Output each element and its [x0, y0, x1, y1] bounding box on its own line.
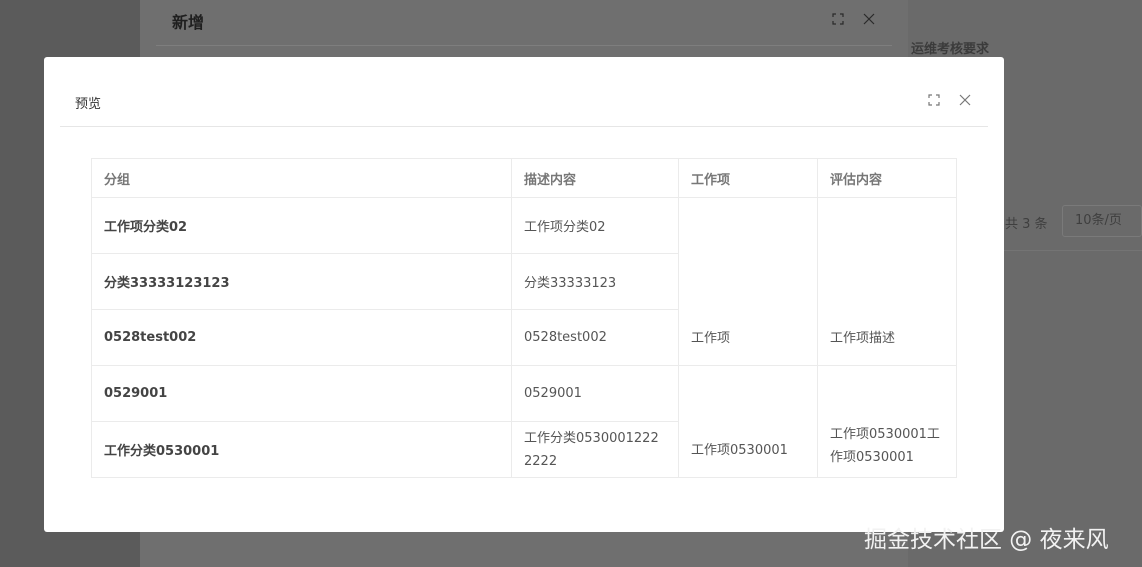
modal-divider	[60, 126, 988, 127]
column-header: 评估内容	[817, 158, 957, 198]
group-cell: 分类33333123123	[91, 253, 512, 310]
fullscreen-icon[interactable]	[928, 94, 940, 106]
watermark: 掘金技术社区 @ 夜来风	[864, 527, 1109, 553]
modal-title: 预览	[75, 97, 102, 112]
description-cell: 分类33333123	[511, 253, 679, 310]
description-cell: 0529001	[511, 365, 679, 422]
fullscreen-icon[interactable]	[832, 13, 844, 25]
column-header: 描述内容	[511, 158, 679, 198]
table-header-row: 分组 描述内容 工作项 评估内容	[91, 158, 957, 198]
description-cell: 0528test002	[511, 309, 679, 366]
group-cell: 工作分类0530001	[91, 421, 512, 478]
work-item-cell: 工作项	[678, 197, 818, 366]
table-row: 0529001 0529001 工作项0530001 工作项0530001工作项…	[91, 365, 957, 478]
work-item-cell: 工作项0530001	[678, 365, 818, 478]
column-header: 工作项	[678, 158, 818, 198]
close-icon[interactable]	[863, 13, 875, 25]
group-cell: 0529001	[91, 365, 512, 422]
description-cell: 工作项分类02	[511, 197, 679, 254]
table-row: 工作项分类02 工作项分类02 工作项 工作项描述	[91, 197, 957, 366]
close-icon[interactable]	[959, 94, 971, 106]
add-dialog-title: 新增	[172, 13, 205, 32]
page-size-select[interactable]: 10条/页	[1062, 205, 1142, 237]
section-label: 运维考核要求	[911, 42, 990, 57]
column-header: 分组	[91, 158, 512, 198]
preview-modal: 预览 分组 描述内容 工作项 评估内容 工作项分类02 工作项分类02 工作项 …	[44, 57, 1004, 532]
evaluation-cell: 工作项0530001工作项0530001	[817, 365, 957, 478]
preview-table: 分组 描述内容 工作项 评估内容 工作项分类02 工作项分类02 工作项 工作项…	[91, 158, 957, 478]
group-cell: 0528test002	[91, 309, 512, 366]
add-dialog-divider	[156, 45, 892, 46]
evaluation-cell: 工作项描述	[817, 197, 957, 366]
group-cell: 工作项分类02	[91, 197, 512, 254]
pagination-total: 共 3 条	[1005, 217, 1048, 232]
description-cell: 工作分类05300012222222	[511, 421, 679, 478]
